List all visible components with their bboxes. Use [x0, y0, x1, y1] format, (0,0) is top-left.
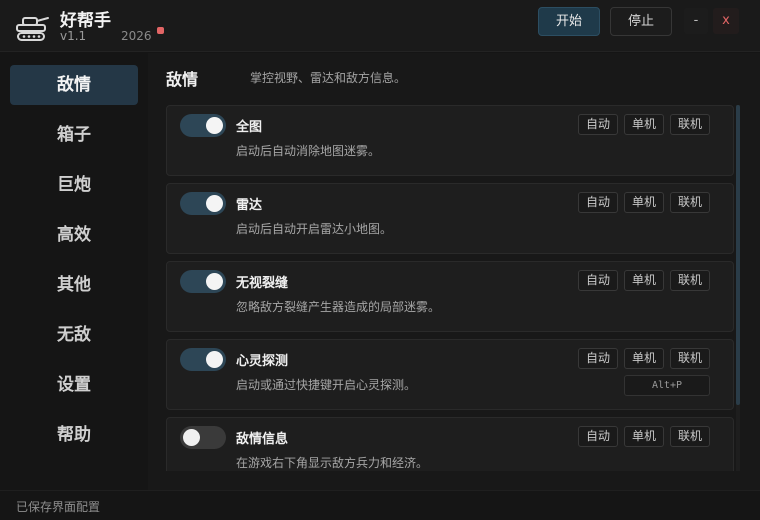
toggle-knob	[206, 117, 223, 134]
tag-auto[interactable]: 自动	[578, 114, 618, 135]
tag-online[interactable]: 联机	[670, 348, 710, 369]
minimize-button[interactable]: -	[684, 8, 708, 34]
scrollbar[interactable]	[736, 105, 740, 471]
toggle-knob	[183, 429, 200, 446]
feature-description: 启动后自动消除地图迷雾。	[236, 144, 381, 158]
status-text: 已保存界面配置	[16, 500, 101, 514]
tag-single-player[interactable]: 单机	[624, 270, 664, 291]
close-button[interactable]: x	[713, 8, 739, 34]
app-title: 好帮手	[60, 11, 111, 31]
start-button[interactable]: 开始	[538, 7, 600, 36]
feature-card-ignore-gap: 无视裂缝 忽略敌方裂缝产生器造成的局部迷雾。 自动 单机 联机	[166, 261, 734, 332]
scrollbar-thumb[interactable]	[736, 105, 740, 405]
tank-icon	[16, 17, 49, 41]
feature-title: 雷达	[236, 198, 263, 213]
status-bar: 已保存界面配置	[0, 490, 760, 520]
app-version: v1.1	[60, 29, 87, 43]
stop-button[interactable]: 停止	[610, 7, 672, 36]
toggle-switch[interactable]	[180, 426, 226, 449]
feature-title: 全图	[236, 120, 263, 135]
status-indicator	[157, 27, 164, 34]
tag-online[interactable]: 联机	[670, 270, 710, 291]
toggle-switch[interactable]	[180, 270, 226, 293]
sidebar: 敌情 箱子 巨炮 高效 其他 无敌 设置 帮助	[0, 53, 148, 490]
tag-online[interactable]: 联机	[670, 426, 710, 447]
tag-single-player[interactable]: 单机	[624, 426, 664, 447]
feature-card-enemy-info: 敌情信息 在游戏右下角显示敌方兵力和经济。 自动 单机 联机	[166, 417, 734, 471]
feature-card-full-map: 全图 启动后自动消除地图迷雾。 自动 单机 联机	[166, 105, 734, 176]
toggle-knob	[206, 273, 223, 290]
sidebar-item-superweapon[interactable]: 巨炮	[10, 165, 138, 205]
feature-description: 启动后自动开启雷达小地图。	[236, 222, 393, 236]
sidebar-item-crates[interactable]: 箱子	[10, 115, 138, 155]
tag-online[interactable]: 联机	[670, 192, 710, 213]
sidebar-item-other[interactable]: 其他	[10, 265, 138, 305]
hotkey-field[interactable]: Alt+P	[624, 375, 710, 396]
feature-title: 敌情信息	[236, 432, 289, 447]
tag-single-player[interactable]: 单机	[624, 348, 664, 369]
feature-card-radar: 雷达 启动后自动开启雷达小地图。 自动 单机 联机	[166, 183, 734, 254]
tag-auto[interactable]: 自动	[578, 426, 618, 447]
section-title: 敌情	[166, 70, 199, 89]
tag-single-player[interactable]: 单机	[624, 114, 664, 135]
toggle-switch[interactable]	[180, 348, 226, 371]
tag-auto[interactable]: 自动	[578, 270, 618, 291]
sidebar-item-enemy-intel[interactable]: 敌情	[10, 65, 138, 105]
tag-online[interactable]: 联机	[670, 114, 710, 135]
app-year: 2026	[121, 29, 152, 43]
toggle-switch[interactable]	[180, 114, 226, 137]
tag-single-player[interactable]: 单机	[624, 192, 664, 213]
sidebar-item-settings[interactable]: 设置	[10, 365, 138, 405]
toggle-switch[interactable]	[180, 192, 226, 215]
tag-auto[interactable]: 自动	[578, 348, 618, 369]
section-description: 掌控视野、雷达和敌方信息。	[250, 71, 407, 85]
feature-title: 无视裂缝	[236, 276, 289, 291]
feature-list[interactable]: 全图 启动后自动消除地图迷雾。 自动 单机 联机 雷达 启动后自动开启雷达小地图…	[166, 105, 734, 471]
sidebar-item-efficiency[interactable]: 高效	[10, 215, 138, 255]
feature-description: 在游戏右下角显示敌方兵力和经济。	[236, 456, 429, 470]
toggle-knob	[206, 351, 223, 368]
title-bar: 好帮手 v1.1 2026 开始 停止 - x	[0, 0, 760, 52]
tag-auto[interactable]: 自动	[578, 192, 618, 213]
main-panel: 敌情 掌控视野、雷达和敌方信息。 全图 启动后自动消除地图迷雾。 自动 单机 联…	[148, 53, 760, 490]
feature-card-psychic-detect: 心灵探测 启动或通过快捷键开启心灵探测。 自动 单机 联机 Alt+P	[166, 339, 734, 410]
sidebar-item-invincible[interactable]: 无敌	[10, 315, 138, 355]
feature-description: 启动或通过快捷键开启心灵探测。	[236, 378, 417, 392]
feature-description: 忽略敌方裂缝产生器造成的局部迷雾。	[236, 300, 441, 314]
toggle-knob	[206, 195, 223, 212]
feature-title: 心灵探测	[236, 354, 289, 369]
sidebar-item-help[interactable]: 帮助	[10, 415, 138, 455]
